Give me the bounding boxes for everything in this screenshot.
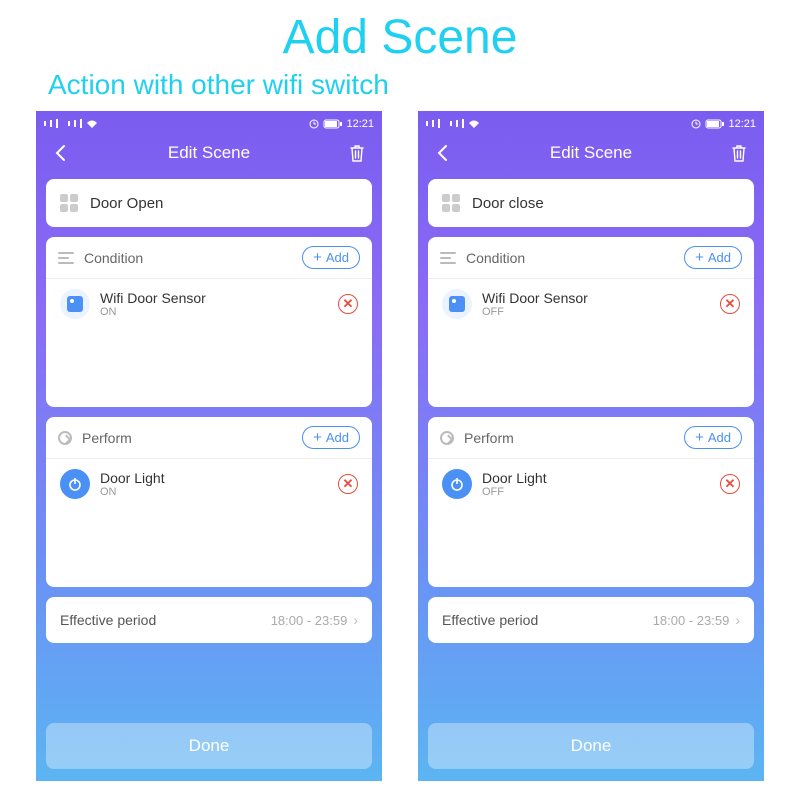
done-button[interactable]: Done xyxy=(46,723,372,769)
scene-name-text: Door close xyxy=(472,195,544,212)
perform-item-name: Door Light xyxy=(482,470,710,486)
perform-section: Perform + Add Door Light ON ✕ xyxy=(46,417,372,587)
add-condition-button[interactable]: + Add xyxy=(302,246,360,269)
perform-arrow-icon xyxy=(58,431,72,445)
condition-header: Condition + Add xyxy=(428,237,754,279)
condition-header: Condition + Add xyxy=(46,237,372,279)
plus-icon: + xyxy=(695,430,704,445)
effective-time: 18:00 - 23:59 xyxy=(271,613,348,628)
condition-item[interactable]: Wifi Door Sensor OFF ✕ xyxy=(428,279,754,329)
scene-grid-icon xyxy=(60,194,78,212)
perform-section: Perform + Add Door Light OFF ✕ xyxy=(428,417,754,587)
condition-section: Condition + Add Wifi Door Sensor OFF ✕ xyxy=(428,237,754,407)
perform-header: Perform + Add xyxy=(46,417,372,459)
perform-title: Perform xyxy=(82,430,302,446)
effective-period-row[interactable]: Effective period 18:00 - 23:59 › xyxy=(46,597,372,643)
content-area: Door close Condition + Add Wifi Door Sens… xyxy=(418,173,764,781)
perform-title: Perform xyxy=(464,430,684,446)
condition-item-name: Wifi Door Sensor xyxy=(100,290,328,306)
scene-name-row[interactable]: Door close xyxy=(428,179,754,227)
perform-item-name: Door Light xyxy=(100,470,328,486)
status-signal-icons xyxy=(426,119,480,129)
scene-name-row[interactable]: Door Open xyxy=(46,179,372,227)
add-label: Add xyxy=(708,430,731,445)
effective-period-row[interactable]: Effective period 18:00 - 23:59 › xyxy=(428,597,754,643)
effective-time: 18:00 - 23:59 xyxy=(653,613,730,628)
add-perform-button[interactable]: + Add xyxy=(302,426,360,449)
add-label: Add xyxy=(708,250,731,265)
effective-label: Effective period xyxy=(442,612,653,628)
status-time: 12:21 xyxy=(346,118,374,130)
effective-label: Effective period xyxy=(60,612,271,628)
trash-icon xyxy=(730,143,748,163)
status-right: 12:21 xyxy=(690,118,756,130)
delete-button[interactable] xyxy=(346,142,368,164)
phone-screen-2: 12:21 Edit Scene Door close Condition + A… xyxy=(418,111,764,781)
back-button[interactable] xyxy=(50,142,72,164)
battery-icon xyxy=(323,119,343,129)
phones-container: 12:21 Edit Scene Door Open Condition + Ad… xyxy=(0,111,800,781)
door-sensor-icon xyxy=(442,289,472,319)
power-icon xyxy=(60,469,90,499)
door-sensor-icon xyxy=(60,289,90,319)
add-condition-button[interactable]: + Add xyxy=(684,246,742,269)
perform-arrow-icon xyxy=(440,431,454,445)
condition-title: Condition xyxy=(466,250,684,266)
condition-item-name: Wifi Door Sensor xyxy=(482,290,710,306)
trash-icon xyxy=(348,143,366,163)
perform-item[interactable]: Door Light ON ✕ xyxy=(46,459,372,509)
condition-title: Condition xyxy=(84,250,302,266)
remove-condition-button[interactable]: ✕ xyxy=(720,294,740,314)
delete-button[interactable] xyxy=(728,142,750,164)
plus-icon: + xyxy=(313,250,322,265)
phone-screen-1: 12:21 Edit Scene Door Open Condition + Ad… xyxy=(36,111,382,781)
add-perform-button[interactable]: + Add xyxy=(684,426,742,449)
condition-item-state: OFF xyxy=(482,306,710,318)
perform-item[interactable]: Door Light OFF ✕ xyxy=(428,459,754,509)
content-area: Door Open Condition + Add Wifi Door Senso… xyxy=(36,173,382,781)
status-signal-icons xyxy=(44,119,98,129)
remove-perform-button[interactable]: ✕ xyxy=(720,474,740,494)
scene-name-text: Door Open xyxy=(90,195,163,212)
alarm-icon xyxy=(690,118,702,130)
perform-header: Perform + Add xyxy=(428,417,754,459)
power-icon xyxy=(442,469,472,499)
top-bar: Edit Scene xyxy=(36,133,382,173)
perform-item-state: ON xyxy=(100,486,328,498)
perform-item-state: OFF xyxy=(482,486,710,498)
condition-list-icon xyxy=(58,252,74,264)
status-bar: 12:21 xyxy=(36,111,382,133)
add-label: Add xyxy=(326,250,349,265)
chevron-right-icon: › xyxy=(353,612,358,628)
status-time: 12:21 xyxy=(728,118,756,130)
scene-grid-icon xyxy=(442,194,460,212)
chevron-right-icon: › xyxy=(735,612,740,628)
condition-item[interactable]: Wifi Door Sensor ON ✕ xyxy=(46,279,372,329)
status-right: 12:21 xyxy=(308,118,374,130)
done-button[interactable]: Done xyxy=(428,723,754,769)
plus-icon: + xyxy=(695,250,704,265)
page-heading: Add Scene xyxy=(0,10,800,65)
condition-list-icon xyxy=(440,252,456,264)
back-arrow-icon xyxy=(51,143,71,163)
condition-item-state: ON xyxy=(100,306,328,318)
top-bar: Edit Scene xyxy=(418,133,764,173)
back-arrow-icon xyxy=(433,143,453,163)
back-button[interactable] xyxy=(432,142,454,164)
plus-icon: + xyxy=(313,430,322,445)
screen-title: Edit Scene xyxy=(72,143,346,163)
remove-condition-button[interactable]: ✕ xyxy=(338,294,358,314)
page-subheading: Action with other wifi switch xyxy=(48,69,800,101)
alarm-icon xyxy=(308,118,320,130)
battery-icon xyxy=(705,119,725,129)
status-bar: 12:21 xyxy=(418,111,764,133)
condition-section: Condition + Add Wifi Door Sensor ON ✕ xyxy=(46,237,372,407)
remove-perform-button[interactable]: ✕ xyxy=(338,474,358,494)
screen-title: Edit Scene xyxy=(454,143,728,163)
add-label: Add xyxy=(326,430,349,445)
